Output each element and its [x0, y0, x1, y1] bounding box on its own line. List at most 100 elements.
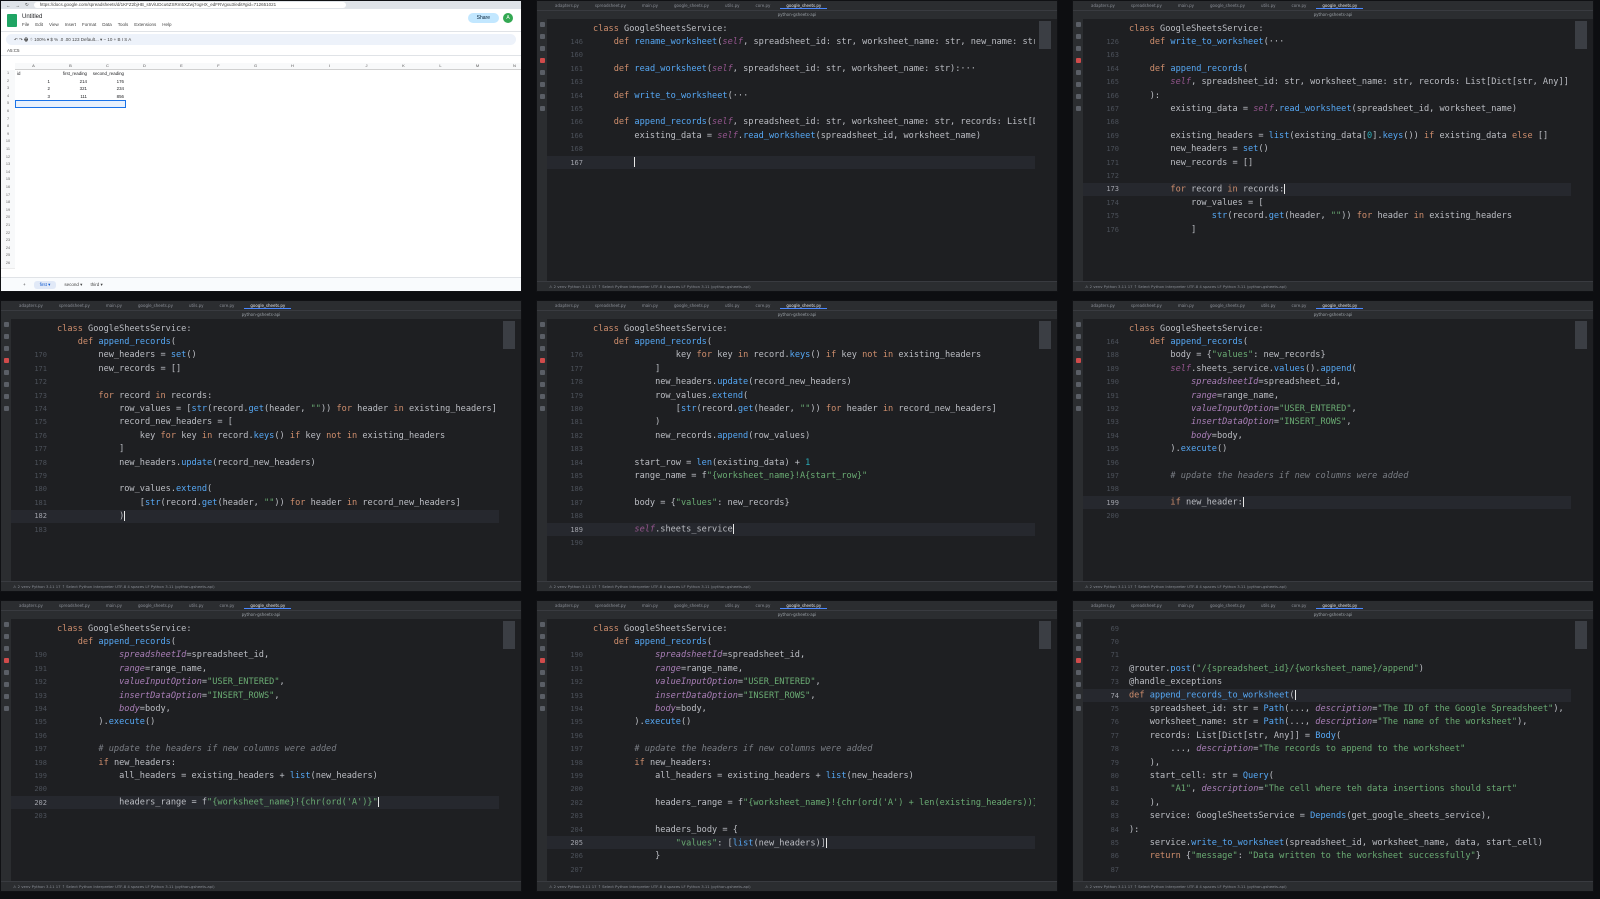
menu-item[interactable]: Format — [82, 22, 96, 27]
share-button[interactable]: Share — [467, 13, 499, 23]
code-line[interactable]: 195 ).execute() — [1083, 443, 1571, 456]
code-line[interactable]: 84): — [1083, 823, 1571, 836]
code-line[interactable]: 168 — [1083, 116, 1571, 129]
code-line[interactable]: 200 — [547, 783, 1035, 796]
editor-tab[interactable]: google_sheets.py — [1204, 303, 1251, 308]
git-icon[interactable] — [1075, 406, 1081, 411]
commit-icon[interactable] — [1075, 34, 1081, 39]
code-line[interactable]: 198 if new_headers: — [11, 756, 499, 769]
menu-item[interactable]: Tools — [118, 22, 129, 27]
editor-tab[interactable]: google_sheets.py — [132, 603, 179, 608]
terminal-icon[interactable] — [1075, 82, 1081, 87]
code-line[interactable]: 193 insertDataOption="INSERT_ROWS", — [1083, 416, 1571, 429]
project-icon[interactable] — [3, 322, 9, 327]
menu-item[interactable]: Edit — [35, 22, 43, 27]
editor-tab[interactable]: spreadsheet.py — [589, 3, 632, 8]
git-icon[interactable] — [3, 406, 9, 411]
git-icon[interactable] — [539, 106, 545, 111]
code-line[interactable]: 170 new_headers = set() — [1083, 143, 1571, 156]
editor-tab[interactable]: adapters.py — [549, 603, 585, 608]
column-header[interactable]: N — [496, 63, 521, 70]
editor-tab[interactable]: utils.py — [1255, 303, 1282, 308]
column-header[interactable]: B — [52, 63, 90, 70]
code-line[interactable]: 194 body=body, — [11, 702, 499, 715]
code-line[interactable]: 189 self.sheets_service.values().append( — [1083, 362, 1571, 375]
terminal-icon[interactable] — [539, 382, 545, 387]
code-line[interactable]: class GoogleSheetsService: — [547, 22, 1035, 35]
terminal-icon[interactable] — [539, 82, 545, 87]
code-line[interactable]: 164 def write_to_worksheet(··· — [547, 89, 1035, 102]
git-icon[interactable] — [1075, 106, 1081, 111]
code-editor[interactable]: class GoogleSheetsService: def append_re… — [547, 318, 1035, 582]
code-line[interactable]: 198 if new_headers: — [547, 756, 1035, 769]
code-line[interactable]: 170 new_headers = set() — [11, 349, 499, 362]
project-icon[interactable] — [539, 22, 545, 27]
commit-icon[interactable] — [1075, 634, 1081, 639]
code-editor[interactable]: 69 70 71 72 @router.post("/{spreadsheet_id}/… — [1083, 618, 1571, 882]
menu-item[interactable]: Insert — [65, 22, 76, 27]
code-line[interactable]: 126 def write_to_worksheet(··· — [1083, 35, 1571, 48]
project-icon[interactable] — [539, 622, 545, 627]
sheet-cell[interactable]: second_reading — [89, 70, 126, 78]
editor-tab[interactable]: spreadsheet.py — [53, 603, 96, 608]
code-line[interactable]: 73 @handle_exceptions — [1083, 676, 1571, 689]
git-icon[interactable] — [539, 706, 545, 711]
terminal-icon[interactable] — [3, 382, 9, 387]
editor-tab[interactable]: spreadsheet.py — [589, 303, 632, 308]
problems-icon[interactable] — [3, 394, 9, 399]
editor-tab[interactable]: core.py — [214, 303, 241, 308]
sheets-logo-icon[interactable] — [7, 13, 17, 27]
code-line[interactable]: 200 — [11, 783, 499, 796]
sheet-tab[interactable]: third ▾ — [90, 282, 102, 288]
code-line[interactable]: 180 row_values.extend( — [11, 483, 499, 496]
code-line[interactable]: 191 range=range_name, — [1083, 389, 1571, 402]
row-header[interactable]: 26 — [1, 260, 15, 269]
sheet-tab[interactable]: first ▾ — [33, 280, 57, 289]
project-icon[interactable] — [1075, 322, 1081, 327]
code-line[interactable]: 185 range_name = f"{worksheet_name}!A{st… — [547, 469, 1035, 482]
debug-icon[interactable] — [539, 70, 545, 75]
code-line[interactable]: 165 — [547, 102, 1035, 115]
editor-tab[interactable]: adapters.py — [1085, 303, 1121, 308]
code-line[interactable]: 176 key for key in record.keys() if key … — [11, 429, 499, 442]
code-line[interactable]: 86 return {"message": "Data written to t… — [1083, 850, 1571, 863]
problems-icon[interactable] — [539, 94, 545, 99]
structure-icon[interactable] — [539, 346, 545, 351]
code-line[interactable]: def append_records( — [547, 335, 1035, 348]
column-header[interactable]: C — [89, 63, 127, 70]
problems-icon[interactable] — [1075, 694, 1081, 699]
editor-tab[interactable]: adapters.py — [549, 3, 585, 8]
commit-icon[interactable] — [3, 634, 9, 639]
code-line[interactable]: 75 spreadsheet_id: str = Path(..., descr… — [1083, 702, 1571, 715]
structure-icon[interactable] — [1075, 46, 1081, 51]
editor-tab[interactable]: core.py — [750, 3, 777, 8]
scroll-minimap[interactable] — [1039, 321, 1051, 349]
terminal-icon[interactable] — [1075, 382, 1081, 387]
code-line[interactable]: 181 ) — [547, 416, 1035, 429]
sheet-cell[interactable]: 214 — [52, 78, 89, 86]
editor-tab[interactable]: utils.py — [183, 603, 210, 608]
code-line[interactable]: 173 for record in records: — [11, 389, 499, 402]
menu-item[interactable]: Data — [102, 22, 112, 27]
editor-tab[interactable]: adapters.py — [13, 303, 49, 308]
code-line[interactable]: 198 — [1083, 483, 1571, 496]
git-icon[interactable] — [1075, 706, 1081, 711]
code-editor[interactable]: class GoogleSheetsService: 126 def write_… — [1083, 18, 1571, 282]
code-line[interactable]: 80 start_cell: str = Query( — [1083, 769, 1571, 782]
code-line[interactable]: 76 worksheet_name: str = Path(..., descr… — [1083, 716, 1571, 729]
code-line[interactable]: 166 def append_records(self, spreadsheet… — [547, 116, 1035, 129]
editor-tab[interactable]: utils.py — [1255, 3, 1282, 8]
column-header[interactable]: A — [15, 63, 53, 70]
commit-icon[interactable] — [539, 34, 545, 39]
code-line[interactable]: 169 existing_headers = list(existing_dat… — [1083, 129, 1571, 142]
code-line[interactable]: class GoogleSheetsService: — [547, 622, 1035, 635]
editor-tab[interactable]: main.py — [1172, 303, 1200, 308]
editor-tab[interactable]: google_sheets.py — [1316, 3, 1364, 9]
code-line[interactable]: 199 if new_header: — [1083, 496, 1571, 510]
code-line[interactable]: 206 } — [547, 850, 1035, 863]
code-line[interactable]: 190 — [547, 536, 1035, 549]
code-line[interactable]: 178 new_headers.update(record_new_header… — [547, 376, 1035, 389]
menu-item[interactable]: File — [22, 22, 29, 27]
code-line[interactable]: 184 start_row = len(existing_data) + 1 — [547, 456, 1035, 469]
sheet-cell[interactable]: 2 — [15, 85, 52, 93]
